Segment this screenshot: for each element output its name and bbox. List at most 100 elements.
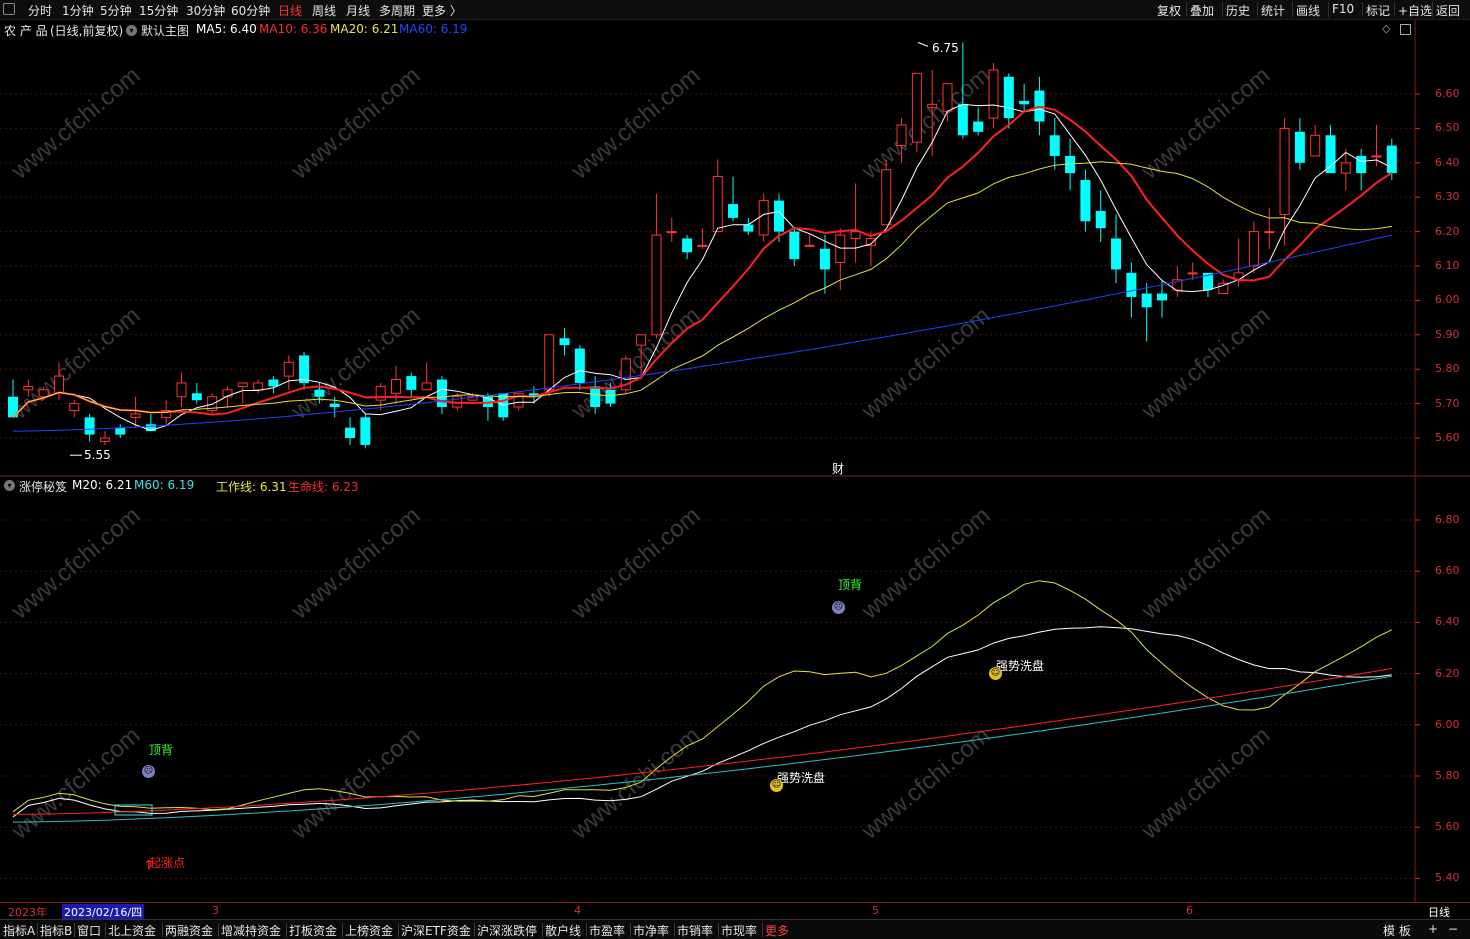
price-tick: 5.80 (1435, 362, 1460, 376)
watermark: www.cfchi.com (1136, 62, 1276, 185)
price-tick: 6.00 (1435, 293, 1460, 307)
work-line-value: 工作线: 6.31 (216, 480, 287, 494)
candle-down (590, 386, 601, 408)
candle-down (115, 427, 126, 435)
candle-up (421, 382, 432, 391)
tab-pb[interactable]: 市净率 (633, 922, 669, 939)
tab-separator (542, 923, 543, 937)
candle-down (1386, 145, 1397, 174)
candle-down (1356, 155, 1367, 174)
candle-up (758, 200, 769, 236)
price-tick: 5.60 (1435, 431, 1460, 444)
tab-pe[interactable]: 市盈率 (589, 922, 625, 939)
smile-face-icon: ☺ (989, 667, 1002, 680)
candle-up (1264, 231, 1275, 234)
month-label: 6 (1186, 904, 1193, 917)
indicator-header: ▾ 涨停秘笈 M20: 6.21 M60: 6.19 工作线: 6.31 生命线… (0, 476, 1415, 494)
candle-down (191, 393, 202, 401)
candle-up (69, 403, 80, 411)
indicator-tabs-bar: 指标A 指标B 窗口 北上资金 两融资金 增减持资金 打板资金 上榜资金 沪深ETF资金 沪深涨跌… (0, 919, 1470, 939)
indicator-tick: 5.40 (1435, 871, 1460, 885)
indicator-dropdown-icon[interactable]: ▾ (4, 480, 15, 491)
tab-etf-funds[interactable]: 沪深ETF资金 (401, 922, 471, 939)
candle-down (1294, 131, 1305, 163)
tab-separator (674, 923, 675, 937)
tab-dragon-tiger[interactable]: 上榜资金 (345, 922, 393, 939)
candle-up (881, 169, 892, 226)
candle-up (1340, 162, 1351, 174)
price-tick: 5.70 (1435, 396, 1460, 410)
tab-margin[interactable]: 两融资金 (165, 922, 213, 939)
candle-up (99, 437, 110, 442)
indicator-tick: 5.80 (1435, 769, 1460, 782)
indicator-name[interactable]: 涨停秘笈 (19, 478, 67, 495)
tab-separator (630, 923, 631, 937)
finance-mark[interactable]: 财 (832, 460, 844, 477)
tab-separator (74, 923, 75, 937)
candle-up (1248, 231, 1259, 267)
indicator-tick: 6.00 (1435, 717, 1460, 731)
low-price-mark: 5.55 (84, 448, 111, 462)
candle-up (130, 413, 141, 418)
smile-face-icon: ☺ (770, 779, 783, 792)
candle-down (299, 355, 310, 383)
tab-indicator-a[interactable]: 指标A (3, 922, 35, 939)
candle-down (1126, 272, 1137, 297)
tab-window[interactable]: 窗口 (77, 922, 101, 939)
price-tick: 6.20 (1435, 224, 1460, 238)
year-label: 2023年 (8, 906, 47, 919)
candle-up (835, 234, 846, 264)
tab-indicator-b[interactable]: 指标B (40, 922, 72, 939)
tab-separator (398, 923, 399, 937)
chart-area[interactable]: www.cfchi.com www.cfchi.com www.cfchi.com w… (0, 0, 1470, 939)
up-arrow-icon: ↑ (143, 858, 155, 874)
candle-down (329, 403, 340, 408)
strong-wash-label: 强势洗盘 (777, 771, 826, 785)
month-label: 3 (212, 904, 219, 917)
high-price-mark: 6.75 (932, 41, 959, 55)
tab-separator (105, 923, 106, 937)
candle-up (544, 334, 555, 391)
candle-down (1111, 238, 1122, 270)
candle-down (605, 389, 616, 404)
tab-separator (586, 923, 587, 937)
tab-limit-up-funds[interactable]: 打板资金 (289, 922, 337, 939)
candle-down (973, 121, 984, 132)
indicator-tick: 6.80 (1435, 513, 1460, 526)
candle-up (1371, 155, 1382, 158)
candle-up (927, 103, 938, 109)
candle-up (53, 375, 64, 394)
candle-up (1310, 134, 1321, 157)
tab-separator (474, 923, 475, 937)
period-label[interactable]: 日线 (1428, 904, 1450, 920)
tab-more[interactable]: 更多 (765, 922, 789, 939)
tab-pcf[interactable]: 市现率 (721, 922, 757, 939)
candle-down (1003, 76, 1014, 119)
candle-down (1095, 210, 1106, 229)
template-button[interactable]: 模 板 (1383, 922, 1411, 939)
candle-up (38, 389, 49, 398)
candle-down (345, 427, 356, 438)
top-divergence-label: 顶背 (838, 578, 863, 592)
tab-retail-line[interactable]: 散户线 (545, 922, 581, 939)
candle-down (559, 338, 570, 346)
candle-down (819, 248, 830, 270)
price-tick: 6.60 (1435, 87, 1460, 100)
zoom-in-button[interactable]: + (1428, 922, 1438, 936)
tab-separator (342, 923, 343, 937)
zoom-out-button[interactable]: − (1448, 922, 1458, 936)
tab-ps[interactable]: 市销率 (677, 922, 713, 939)
candle-down (1157, 293, 1167, 301)
candle-up (697, 244, 708, 247)
indicator-tick: 5.60 (1435, 820, 1460, 834)
tab-holding-change[interactable]: 增减持资金 (221, 922, 281, 939)
candle-down (682, 238, 693, 253)
date-axis: 2023年 2023/02/16/四 3 4 5 6 日线 (0, 902, 1470, 920)
tab-limit-stats[interactable]: 沪深涨跌停 (477, 922, 537, 939)
candle-down (1141, 293, 1152, 308)
tab-separator (218, 923, 219, 937)
candle-down (574, 348, 585, 383)
tab-northbound[interactable]: 北上资金 (108, 922, 156, 939)
watermark: www.cfchi.com (6, 62, 146, 185)
candle-down (406, 376, 417, 390)
